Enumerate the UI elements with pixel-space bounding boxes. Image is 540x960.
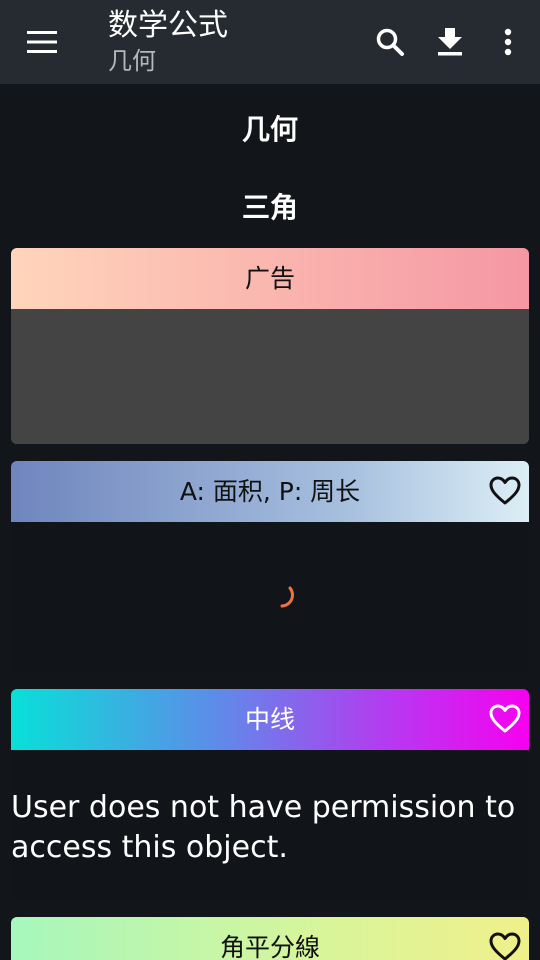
app-title: 数学公式 bbox=[108, 8, 228, 43]
heart-outline-icon bbox=[489, 932, 521, 960]
formula-card-title: A: 面积, P: 周长 bbox=[179, 477, 361, 506]
app-subtitle: 几何 bbox=[108, 47, 156, 75]
loading-spinner-icon bbox=[280, 586, 295, 608]
download-icon bbox=[438, 28, 462, 56]
ad-card-title: 广告 bbox=[244, 264, 295, 293]
formula-card-header: 角平分線 bbox=[11, 917, 529, 960]
section-heading: 几何 bbox=[241, 113, 298, 146]
menu-icon bbox=[27, 31, 57, 53]
toolbar-titles: 数学公式 几何 bbox=[108, 6, 228, 76]
formula-card-area-perimeter[interactable]: A: 面积, P: 周长 bbox=[11, 461, 529, 671]
menu-button[interactable] bbox=[14, 14, 70, 70]
app-toolbar: 数学公式 几何 bbox=[0, 0, 540, 84]
subsection-heading: 三角 bbox=[241, 191, 298, 224]
more-vert-icon bbox=[504, 28, 512, 56]
formula-card-header: 中线 bbox=[11, 689, 529, 750]
ad-content-area[interactable] bbox=[11, 309, 529, 444]
favorite-button[interactable] bbox=[487, 701, 523, 737]
formula-card-median[interactable]: 中线 User does not have permission to acce… bbox=[11, 689, 529, 899]
ad-card[interactable]: 广告 bbox=[11, 248, 529, 444]
favorite-button[interactable] bbox=[487, 473, 523, 509]
heart-outline-icon bbox=[489, 476, 521, 505]
search-icon bbox=[376, 28, 404, 56]
ad-card-header: 广告 bbox=[11, 248, 529, 309]
download-button[interactable] bbox=[422, 14, 478, 70]
formula-card-title: 角平分線 bbox=[219, 933, 320, 960]
app-screen: 数学公式 几何 几何 三角 广告 A: 面积, P: 周长 中线 User do… bbox=[0, 0, 540, 960]
heart-outline-icon bbox=[489, 704, 521, 733]
formula-card-header: A: 面积, P: 周长 bbox=[11, 461, 529, 522]
more-options-button[interactable] bbox=[480, 14, 536, 70]
formula-card-angle-bisector[interactable]: 角平分線 bbox=[11, 917, 529, 960]
error-message: User does not have permission to access … bbox=[11, 790, 516, 865]
search-button[interactable] bbox=[362, 14, 418, 70]
formula-card-title: 中线 bbox=[244, 705, 295, 734]
favorite-button[interactable] bbox=[487, 929, 523, 960]
formula-card-body bbox=[11, 522, 529, 671]
